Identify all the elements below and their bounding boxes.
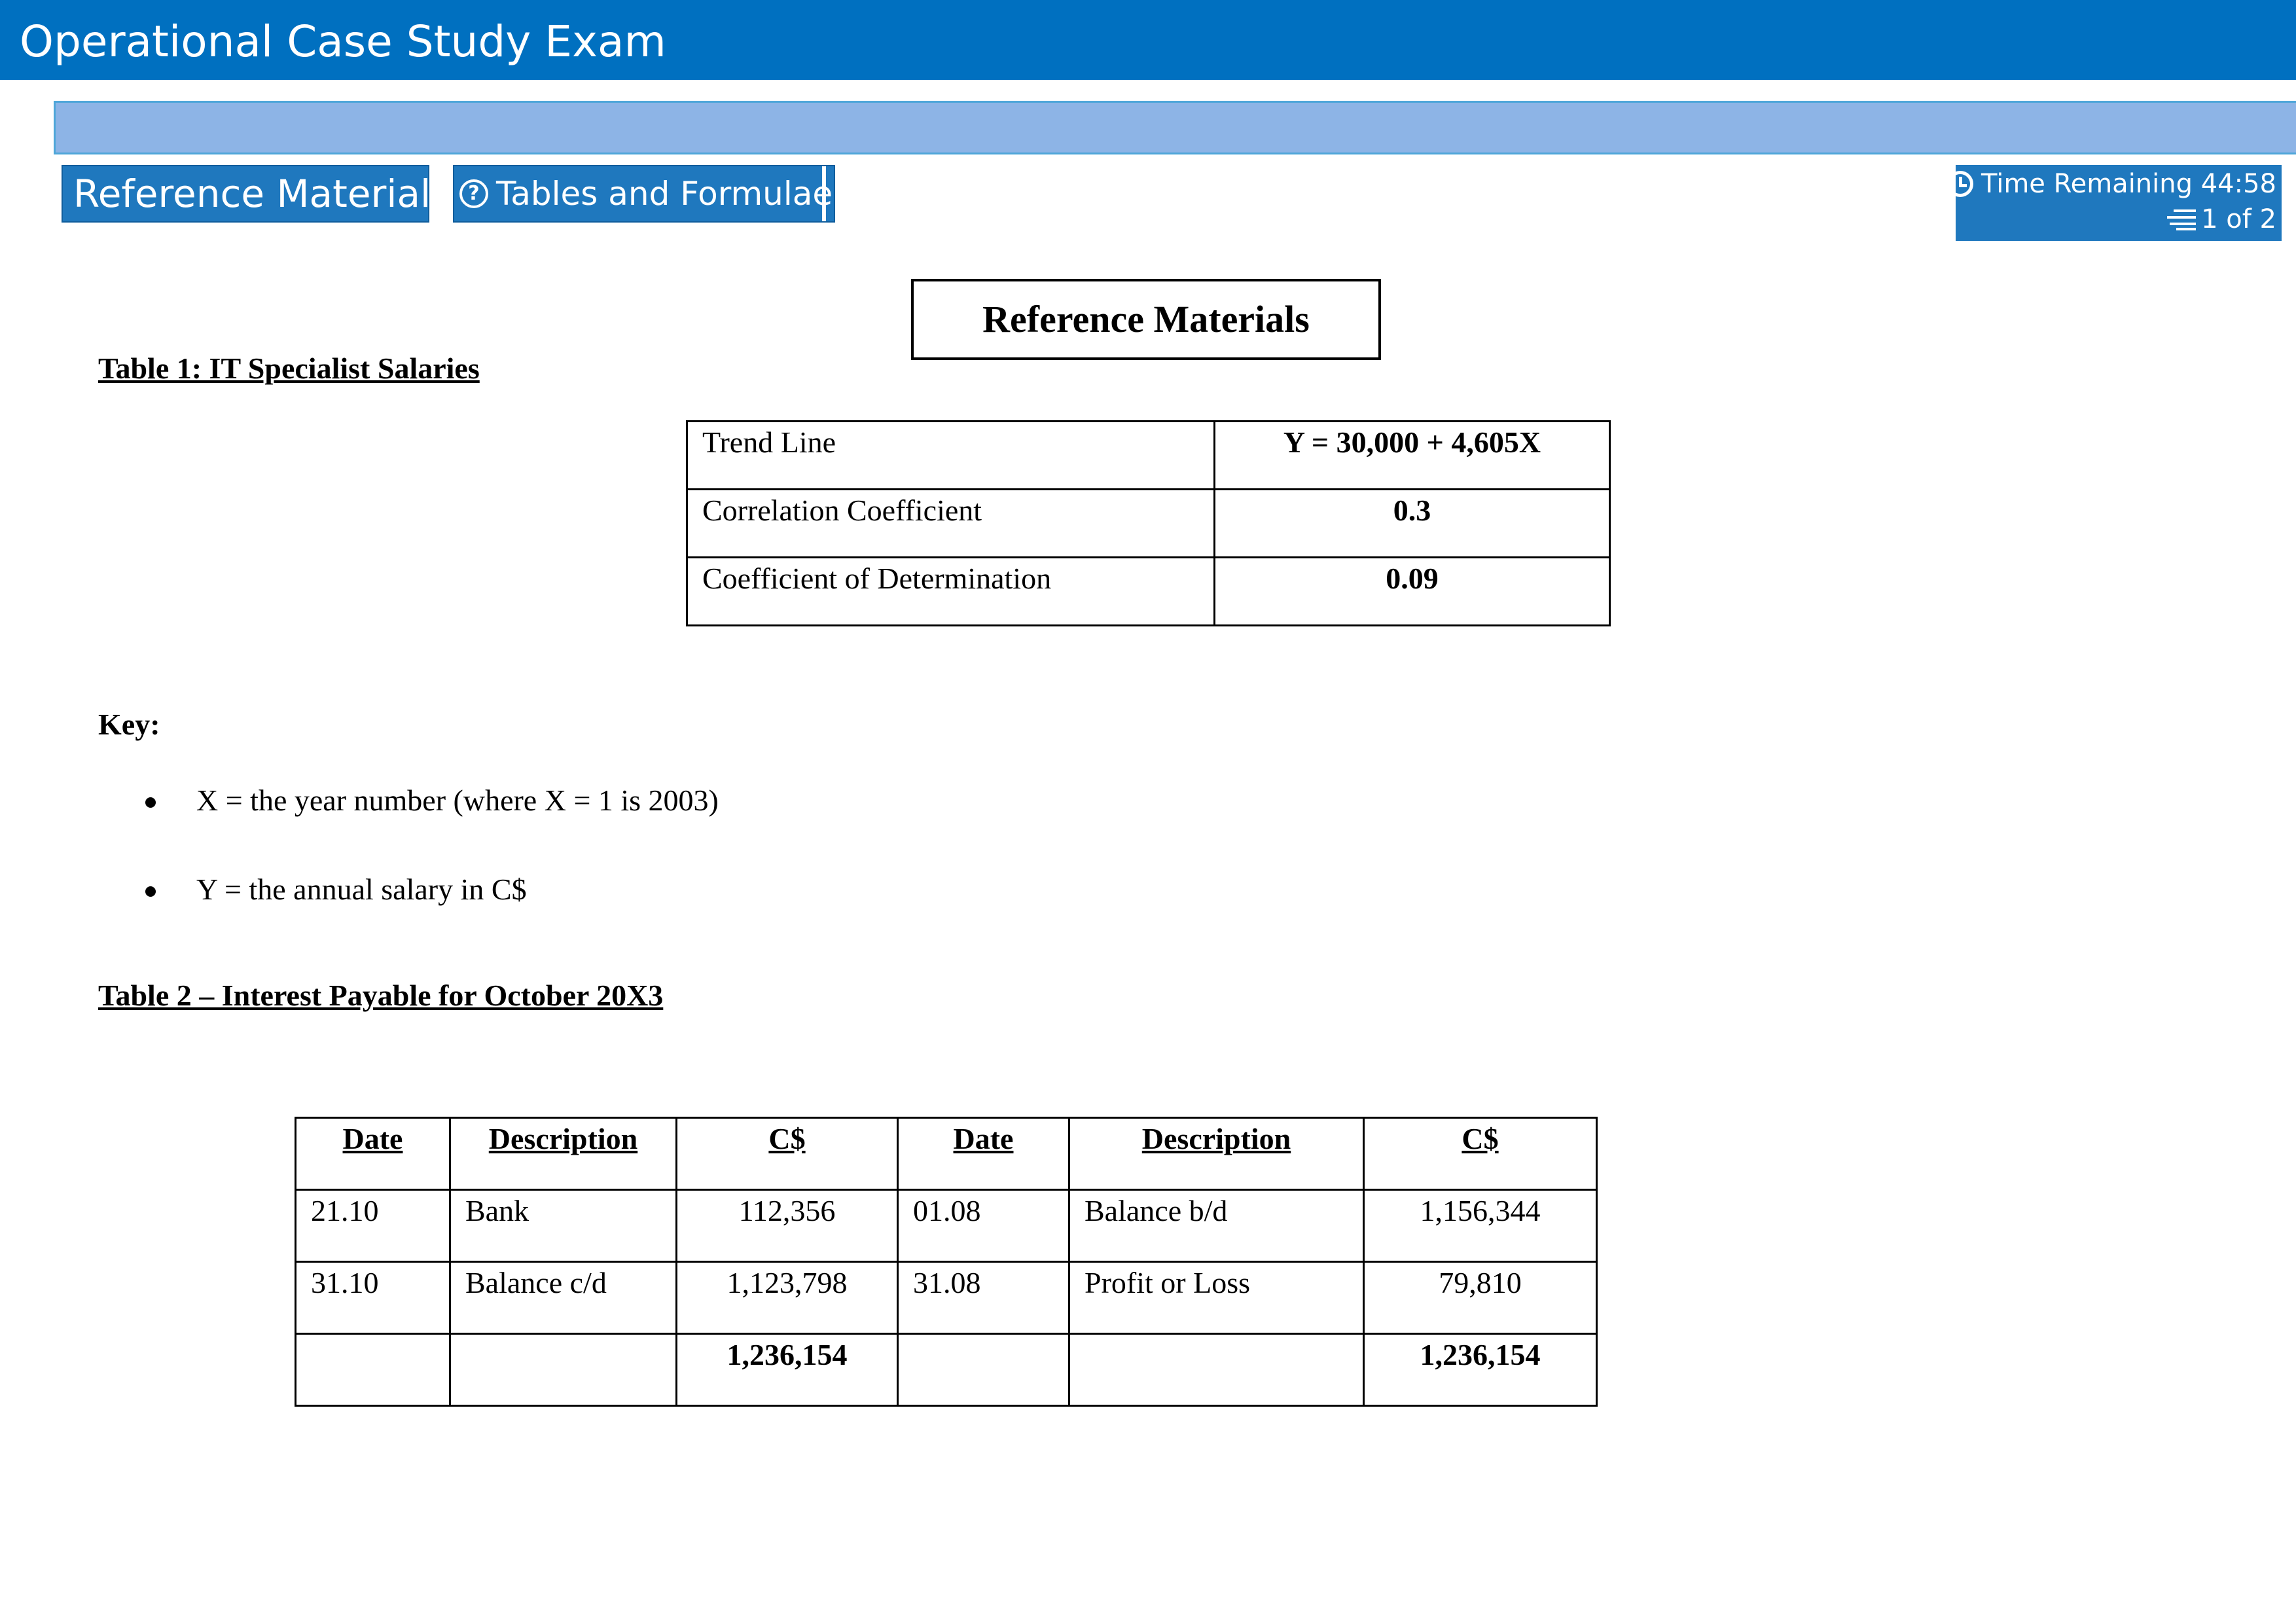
table-cell: Correlation Coefficient: [686, 488, 1215, 558]
table-cell: Trend Line: [686, 420, 1215, 490]
table-cell: [295, 1333, 451, 1407]
tab-tables-and-formulae-label: Tables and Formulae: [496, 175, 833, 213]
tab-divider: [822, 166, 826, 221]
pages-icon: [2167, 208, 2197, 230]
table-total-row: 1,236,154 1,236,154: [295, 1333, 1598, 1407]
table-cell: 21.10: [295, 1189, 451, 1263]
toolbar-band: [54, 101, 2296, 154]
table-cell: [897, 1333, 1070, 1407]
table-cell: [449, 1333, 677, 1407]
table-row: Trend Line Y = 30,000 + 4,605X: [686, 420, 1611, 490]
salary-stats-table: Trend Line Y = 30,000 + 4,605X Correlati…: [686, 420, 1611, 626]
table-cell: Balance b/d: [1068, 1189, 1365, 1263]
bullet-icon: [145, 886, 156, 897]
tab-reference-material-label: Reference Material: [73, 171, 431, 216]
table-cell: Coefficient of Determination: [686, 556, 1215, 626]
tab-reference-material[interactable]: Reference Material: [62, 165, 431, 223]
column-header: C$: [675, 1117, 899, 1191]
table-cell: 01.08: [897, 1189, 1070, 1263]
table-cell: 1,156,344: [1363, 1189, 1598, 1263]
table-cell: 31.08: [897, 1261, 1070, 1335]
table-cell: Balance c/d: [449, 1261, 677, 1335]
table-row: Correlation Coefficient 0.3: [686, 488, 1611, 558]
key-label: Key:: [98, 708, 160, 741]
question-circle-icon: ?: [459, 179, 488, 208]
table-cell: [1068, 1333, 1365, 1407]
column-header: Description: [449, 1117, 677, 1191]
table2-title: Table 2 – Interest Payable for October 2…: [98, 979, 664, 1012]
table-cell: Y = 30,000 + 4,605X: [1213, 420, 1611, 490]
tab-tables-and-formulae[interactable]: ? Tables and Formulae: [453, 165, 835, 223]
table-cell: Profit or Loss: [1068, 1261, 1365, 1335]
table-cell: 1,236,154: [1363, 1333, 1598, 1407]
table-cell: Bank: [449, 1189, 677, 1263]
column-header: Description: [1068, 1117, 1365, 1191]
bullet-icon: [145, 797, 156, 808]
clock-icon: [1947, 171, 1973, 197]
page-indicator-text: 1 of 2: [2201, 204, 2276, 234]
time-remaining-text: Time Remaining 44:58: [1981, 169, 2276, 199]
table-cell: 0.09: [1213, 556, 1611, 626]
table-cell: 0.3: [1213, 488, 1611, 558]
exam-title: Operational Case Study Exam: [20, 16, 666, 67]
table-cell: 1,236,154: [675, 1333, 899, 1407]
table-row: 21.10 Bank 112,356 01.08 Balance b/d 1,1…: [295, 1189, 1598, 1263]
time-remaining: Time Remaining 44:58: [1947, 169, 2276, 199]
column-header: Date: [295, 1117, 451, 1191]
status-panel: Time Remaining 44:58 1 of 2: [1947, 165, 2282, 241]
list-item-text: Y = the annual salary in C$: [196, 873, 527, 906]
table1-title: Table 1: IT Specialist Salaries: [98, 352, 480, 385]
column-header: Date: [897, 1117, 1070, 1191]
exam-header-bar: Operational Case Study Exam: [0, 0, 2296, 80]
table-row: Coefficient of Determination 0.09: [686, 556, 1611, 626]
list-item-text: X = the year number (where X = 1 is 2003…: [196, 784, 719, 817]
table-row: 31.10 Balance c/d 1,123,798 31.08 Profit…: [295, 1261, 1598, 1335]
table-cell: 79,810: [1363, 1261, 1598, 1335]
table-cell: 31.10: [295, 1261, 451, 1335]
interest-payable-table: Date Description C$ Date Description C$ …: [295, 1117, 1598, 1407]
table-cell: 1,123,798: [675, 1261, 899, 1335]
document-heading: Reference Materials: [911, 279, 1381, 360]
column-header: C$: [1363, 1117, 1598, 1191]
table-cell: 112,356: [675, 1189, 899, 1263]
table-header-row: Date Description C$ Date Description C$: [295, 1117, 1598, 1191]
page-indicator[interactable]: 1 of 2: [2167, 204, 2276, 234]
